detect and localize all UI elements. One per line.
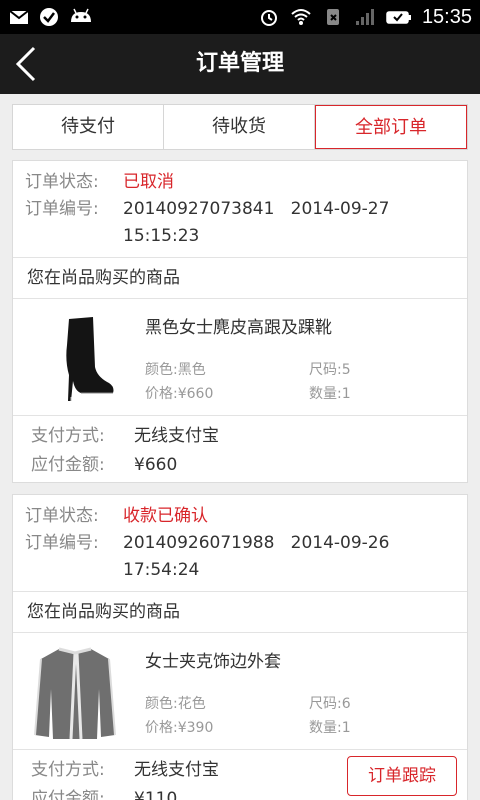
order-number-value: 20140926071988 2014-09-26 (123, 533, 390, 553)
product-quantity: 数量:1 (309, 386, 351, 402)
pay-amount-value: ¥660 (134, 455, 178, 475)
status-left-icons (8, 6, 94, 28)
product-color: 颜色:花色 (145, 696, 206, 712)
wifi-icon (291, 9, 311, 25)
status-right-icons: 15:35 (258, 0, 472, 34)
order-meta: 订单状态: 收款已确认 订单编号: 20140926071988 2014-09… (13, 495, 467, 591)
section-title: 您在尚品购买的商品 (27, 602, 180, 622)
jacket-image (34, 647, 116, 740)
order-number-label: 订单编号: (25, 533, 99, 553)
order-status-label: 订单状态: (25, 172, 99, 192)
order-status-label: 订单状态: (25, 506, 99, 526)
order-number-label: 订单编号: (25, 199, 99, 219)
order-time-value: 15:15:23 (123, 226, 200, 246)
status-bar: 15:35 (0, 0, 480, 34)
product-price: 价格:¥660 (145, 386, 214, 402)
pay-method-value: 无线支付宝 (134, 426, 219, 446)
order-card[interactable]: 订单状态: 已取消 订单编号: 20140927073841 2014-09-2… (12, 160, 468, 483)
pay-amount-label: 应付金额: (31, 455, 105, 475)
clock-time: 15:35 (421, 5, 472, 28)
battery-icon (386, 11, 411, 24)
order-meta: 订单状态: 已取消 订单编号: 20140927073841 2014-09-2… (13, 161, 467, 257)
payment-info: 支付方式: 无线支付宝 应付金额: ¥110 订单跟踪 (13, 750, 467, 800)
product-name: 女士夹克饰边外套 (145, 652, 281, 672)
product-quantity: 数量:1 (309, 720, 351, 736)
alarm-icon (260, 10, 277, 26)
product-name: 黑色女士麂皮高跟及踝靴 (145, 318, 332, 338)
product-item[interactable]: 黑色女士麂皮高跟及踝靴 颜色:黑色 尺码:5 价格:¥660 数量:1 (13, 299, 467, 415)
check-icon (40, 8, 58, 26)
track-order-button[interactable]: 订单跟踪 (347, 756, 457, 796)
app-header: 订单管理 (0, 34, 480, 94)
product-item[interactable]: 女士夹克饰边外套 颜色:花色 尺码:6 价格:¥390 数量:1 (13, 633, 467, 749)
product-price: 价格:¥390 (145, 720, 214, 736)
product-size: 尺码:5 (309, 362, 351, 378)
order-tabs: 待支付 待收货 全部订单 (12, 104, 468, 150)
boot-image (66, 317, 114, 401)
tab-pending-receipt[interactable]: 待收货 (164, 105, 315, 149)
tab-all-orders[interactable]: 全部订单 (315, 105, 467, 149)
mail-icon (9, 10, 29, 24)
sim-icon (326, 9, 339, 25)
order-status-value: 已取消 (123, 172, 174, 192)
tab-pending-payment[interactable]: 待支付 (13, 105, 164, 149)
product-color: 颜色:黑色 (145, 362, 206, 378)
product-size: 尺码:6 (309, 696, 351, 712)
signal-icon (355, 9, 374, 25)
page-title: 订单管理 (195, 51, 284, 76)
pay-method-label: 支付方式: (31, 426, 105, 446)
pay-amount-label: 应付金额: (31, 789, 105, 800)
section-title: 您在尚品购买的商品 (27, 268, 180, 288)
pay-method-label: 支付方式: (31, 760, 105, 780)
android-icon (71, 8, 91, 22)
order-status-value: 收款已确认 (123, 506, 208, 526)
pay-amount-value: ¥110 (134, 789, 178, 800)
pay-method-value: 无线支付宝 (134, 760, 219, 780)
payment-info: 支付方式: 无线支付宝 应付金额: ¥660 (13, 416, 467, 486)
order-card[interactable]: 订单状态: 收款已确认 订单编号: 20140926071988 2014-09… (12, 494, 468, 800)
order-time-value: 17:54:24 (123, 560, 200, 580)
order-number-value: 20140927073841 2014-09-27 (123, 199, 390, 219)
